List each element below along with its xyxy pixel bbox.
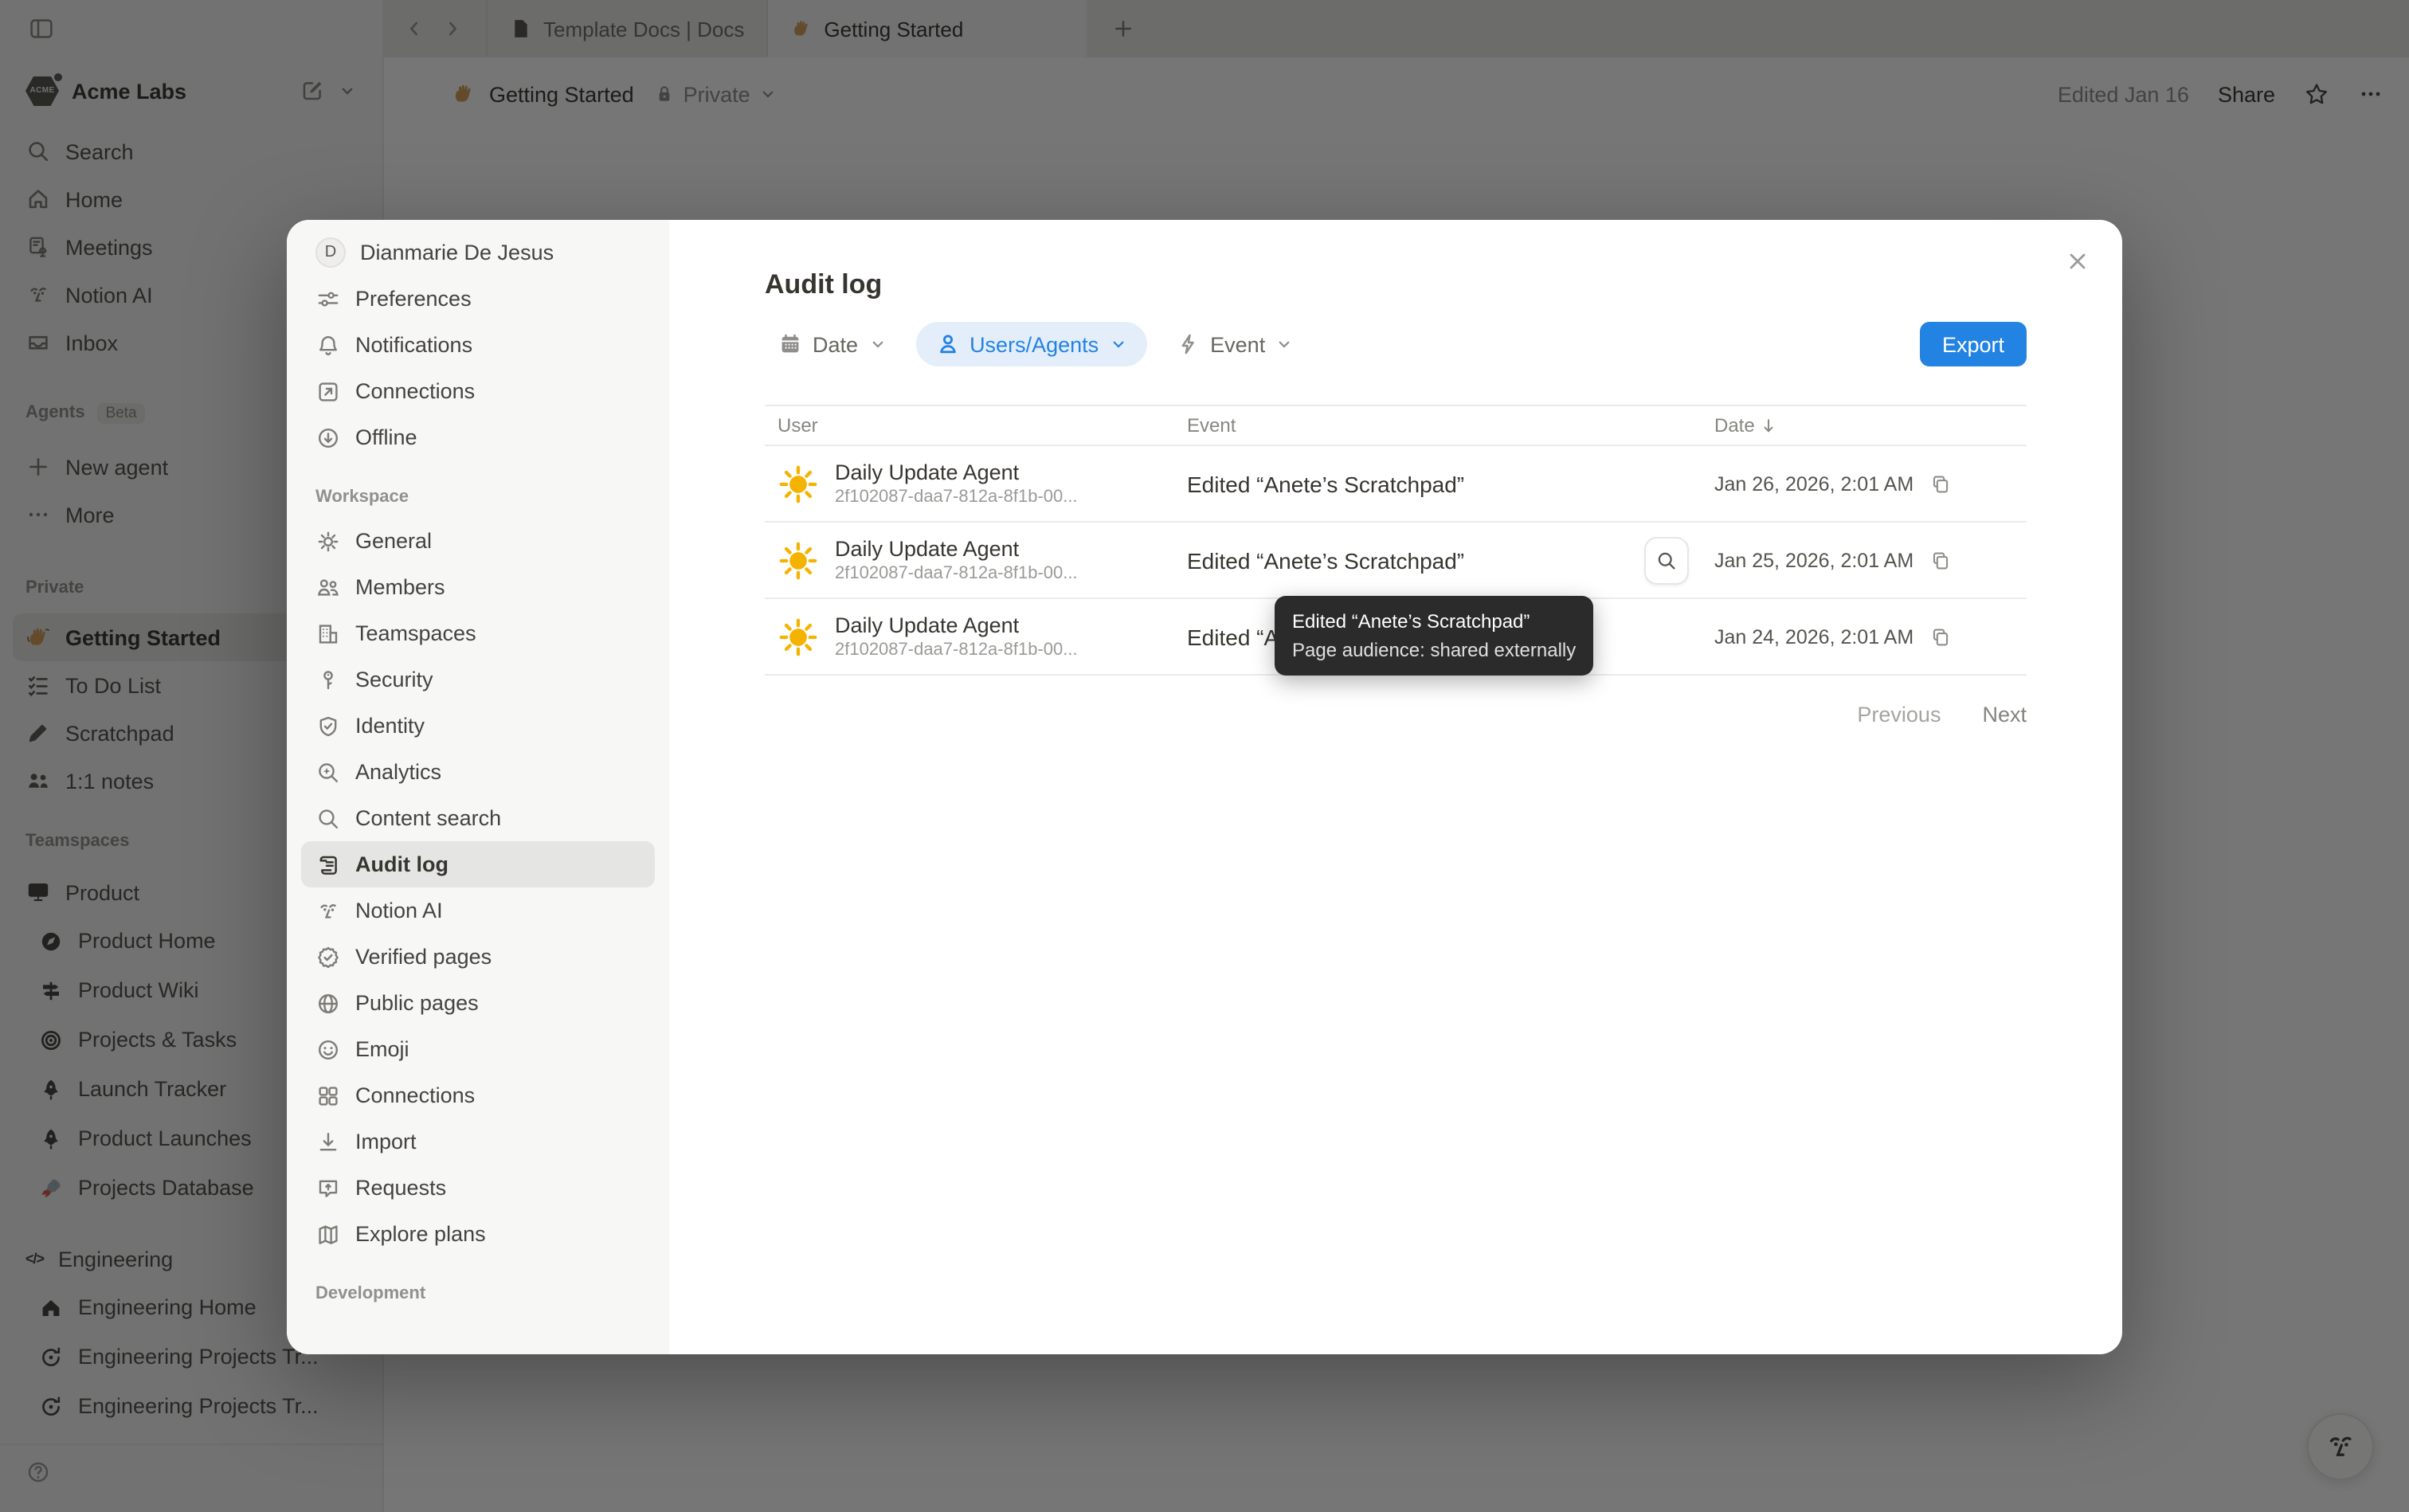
previous-page-button[interactable]: Previous	[1857, 703, 1941, 727]
copy-icon[interactable]	[1929, 549, 1952, 571]
chevron-down-icon	[1275, 335, 1294, 354]
table-row[interactable]: Daily Update Agent2f102087-daa7-812a-8f1…	[765, 446, 2027, 523]
copy-icon[interactable]	[1929, 625, 1952, 648]
screen: ACME Acme Labs Search Home Meetings Noti…	[0, 0, 2409, 1512]
filter-users-agents[interactable]: Users/Agents	[915, 322, 1146, 366]
settings-item-identity[interactable]: Identity	[301, 703, 655, 749]
calendar-icon	[778, 331, 803, 357]
download-icon	[315, 1129, 341, 1154]
settings-item-offline[interactable]: Offline	[301, 414, 655, 460]
settings-item-members[interactable]: Members	[301, 564, 655, 610]
workspace-section-header: Workspace	[301, 480, 655, 515]
settings-item-notion-ai[interactable]: Notion AI	[301, 887, 655, 934]
notion-ai-face-icon	[315, 898, 341, 923]
settings-item-security[interactable]: Security	[301, 656, 655, 703]
inspect-event-button[interactable]	[1644, 537, 1689, 585]
table-row[interactable]: Daily Update Agent2f102087-daa7-812a-8f1…	[765, 523, 2027, 599]
pagination: Previous Next	[765, 703, 2027, 727]
building-icon	[315, 621, 341, 646]
chevron-down-icon	[868, 335, 887, 354]
event-tooltip: Edited “Anete’s Scratchpad” Page audienc…	[1275, 596, 1593, 676]
settings-item-explore-plans[interactable]: Explore plans	[301, 1211, 655, 1257]
settings-item-import[interactable]: Import	[301, 1118, 655, 1165]
members-icon	[315, 574, 341, 600]
next-page-button[interactable]: Next	[1982, 703, 2027, 727]
settings-item-teamspaces[interactable]: Teamspaces	[301, 610, 655, 656]
user-cell: Daily Update Agent2f102087-daa7-812a-8f1…	[765, 535, 1174, 585]
settings-item-verified-pages[interactable]: Verified pages	[301, 934, 655, 980]
key-icon	[315, 667, 341, 692]
export-button[interactable]: Export	[1920, 322, 2027, 366]
tooltip-line-2: Page audience: shared externally	[1292, 636, 1576, 664]
sparkle-magnifier-icon	[315, 759, 341, 785]
settings-modal: D Dianmarie De Jesus Preferences Notifica…	[287, 220, 2122, 1354]
close-icon[interactable]	[2058, 242, 2097, 280]
globe-icon	[315, 990, 341, 1016]
tooltip-line-1: Edited “Anete’s Scratchpad”	[1292, 607, 1576, 636]
date-cell: Jan 24, 2026, 2:01 AM	[1702, 625, 2027, 648]
column-header-user[interactable]: User	[765, 414, 1174, 437]
user-cell: Daily Update Agent2f102087-daa7-812a-8f1…	[765, 459, 1174, 508]
settings-item-notifications[interactable]: Notifications	[301, 322, 655, 368]
search-icon	[315, 805, 341, 831]
grid-icon	[315, 1083, 341, 1108]
settings-item-connections[interactable]: Connections	[301, 368, 655, 414]
modal-title: Audit log	[765, 268, 2027, 303]
settings-item-connections-workspace[interactable]: Connections	[301, 1072, 655, 1118]
column-header-event[interactable]: Event	[1174, 414, 1702, 437]
settings-item-content-search[interactable]: Content search	[301, 795, 655, 841]
agent-name: Daily Update Agent	[835, 612, 1078, 639]
development-section-header: Development	[301, 1276, 655, 1311]
agent-id: 2f102087-daa7-812a-8f1b-00...	[835, 486, 1078, 508]
filter-bar: Date Users/Agents Event Export	[765, 322, 2027, 366]
table-header: User Event Date	[765, 405, 2027, 446]
sort-desc-arrow-icon	[1760, 416, 1779, 435]
sun-agent-avatar	[778, 616, 819, 657]
user-cell: Daily Update Agent2f102087-daa7-812a-8f1…	[765, 612, 1174, 661]
agent-name: Daily Update Agent	[835, 535, 1078, 562]
settings-item-analytics[interactable]: Analytics	[301, 749, 655, 795]
chevron-down-icon	[1108, 335, 1127, 354]
settings-item-emoji[interactable]: Emoji	[301, 1026, 655, 1072]
download-circle-icon	[315, 425, 341, 450]
verified-badge-icon	[315, 944, 341, 969]
avatar: D	[315, 237, 346, 268]
event-cell: Edited “Anete’s Scratchpad”	[1174, 547, 1702, 573]
sun-agent-avatar	[778, 539, 819, 581]
lightning-icon	[1175, 331, 1201, 357]
settings-item-account[interactable]: D Dianmarie De Jesus	[301, 229, 655, 276]
scroll-icon	[315, 852, 341, 877]
smiley-icon	[315, 1036, 341, 1062]
date-cell: Jan 25, 2026, 2:01 AM	[1702, 549, 2027, 571]
event-cell: Edited “Anete’s Scratchpad”	[1174, 471, 1702, 496]
gear-icon	[315, 528, 341, 554]
agent-id: 2f102087-daa7-812a-8f1b-00...	[835, 639, 1078, 661]
filter-date[interactable]: Date	[765, 322, 899, 366]
filter-event[interactable]: Event	[1162, 322, 1306, 366]
settings-sidebar: D Dianmarie De Jesus Preferences Notifica…	[287, 220, 669, 1354]
account-name: Dianmarie De Jesus	[360, 241, 554, 264]
column-header-date[interactable]: Date	[1702, 414, 2027, 437]
map-icon	[315, 1221, 341, 1247]
settings-item-preferences[interactable]: Preferences	[301, 276, 655, 322]
arrow-out-box-icon	[315, 378, 341, 404]
bell-icon	[315, 332, 341, 358]
settings-item-audit-log[interactable]: Audit log	[301, 841, 655, 887]
agent-name: Daily Update Agent	[835, 459, 1078, 486]
sliders-icon	[315, 286, 341, 311]
settings-item-general[interactable]: General	[301, 518, 655, 564]
settings-item-public-pages[interactable]: Public pages	[301, 980, 655, 1026]
shield-check-icon	[315, 713, 341, 738]
message-up-icon	[315, 1175, 341, 1201]
magnifier-icon	[1655, 550, 1678, 572]
date-cell: Jan 26, 2026, 2:01 AM	[1702, 472, 2027, 495]
copy-icon[interactable]	[1929, 472, 1952, 495]
agent-id: 2f102087-daa7-812a-8f1b-00...	[835, 562, 1078, 585]
settings-item-requests[interactable]: Requests	[301, 1165, 655, 1211]
sun-agent-avatar	[778, 463, 819, 504]
person-icon	[934, 331, 960, 357]
audit-log-panel: Audit log Date Users/Agents Event	[669, 220, 2122, 1354]
